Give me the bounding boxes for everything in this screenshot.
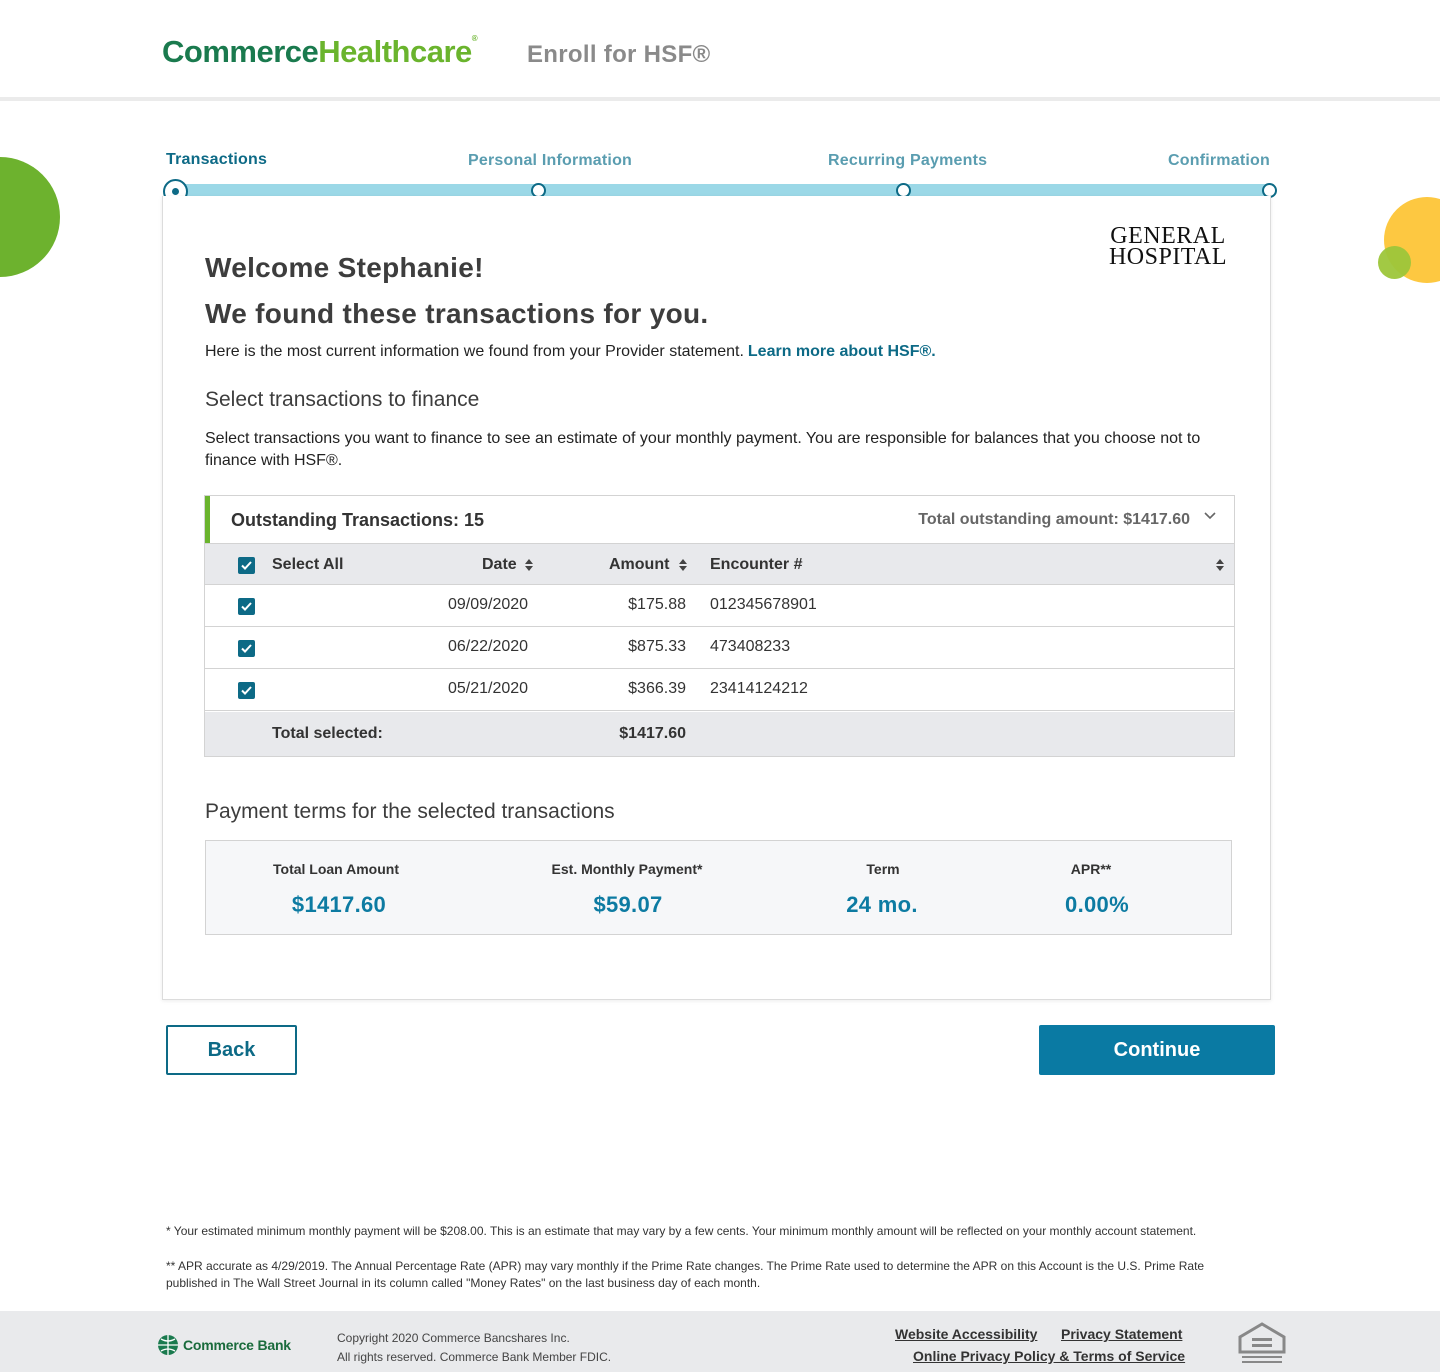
amount-column-header[interactable]: Amount [609, 556, 669, 574]
row-date: 05/21/2020 [448, 680, 529, 697]
commerce-bank-logo[interactable]: Commerce Bank [157, 1334, 291, 1356]
table-row[interactable]: 06/22/2020 $875.33 473408233 [205, 627, 1234, 669]
online-privacy-policy-link[interactable]: Online Privacy Policy & Terms of Service [913, 1348, 1185, 1364]
total-selected-value: $1417.60 [619, 725, 686, 742]
select-all-label[interactable]: Select All [272, 556, 343, 574]
continue-button[interactable]: Continue [1039, 1025, 1275, 1075]
copyright-text: Copyright 2020 Commerce Bancshares Inc. … [337, 1331, 612, 1364]
sort-icon[interactable] [525, 559, 533, 571]
row-encounter: 473408233 [710, 638, 791, 655]
row-amount: $875.33 [628, 638, 686, 655]
step-personal-information: Personal Information [468, 152, 633, 169]
table-row[interactable]: 05/21/2020 $366.39 23414124212 [205, 669, 1234, 711]
learn-more-link[interactable]: Learn more about HSF®. [748, 343, 936, 360]
chevron-down-icon[interactable] [1204, 509, 1216, 521]
row-checkbox[interactable] [238, 682, 255, 699]
select-transactions-description: Select transactions you want to finance … [205, 430, 1201, 469]
row-date: 09/09/2020 [448, 596, 529, 613]
total-selected-row: Total selected: $1417.60 [205, 712, 1234, 756]
globe-icon [158, 1335, 178, 1355]
site-header: CommerceHealthcare® Enroll for HSF® [0, 0, 1440, 101]
term-label: Term [866, 861, 900, 877]
intro-text: Here is the most current information we … [205, 343, 936, 360]
select-transactions-title: Select transactions to finance [205, 388, 480, 411]
monthly-payment-value: $59.07 [593, 892, 663, 917]
equal-housing-lender-icon [1238, 1322, 1286, 1363]
commerce-healthcare-logo[interactable]: CommerceHealthcare® [162, 34, 478, 70]
total-outstanding-amount: Total outstanding amount: $1417.60 [918, 511, 1190, 528]
total-selected-label: Total selected: [272, 725, 383, 742]
term-value: 24 mo. [846, 892, 918, 917]
checkmark-icon [241, 602, 252, 611]
apr-label: APR** [1070, 861, 1112, 877]
back-button[interactable]: Back [166, 1025, 297, 1075]
row-encounter: 23414124212 [710, 680, 808, 697]
table-row[interactable]: 09/09/2020 $175.88 012345678901 [205, 585, 1234, 627]
row-date: 06/22/2020 [448, 638, 529, 655]
row-encounter: 012345678901 [710, 596, 817, 613]
total-loan-amount-value: $1417.60 [291, 892, 387, 917]
transactions-panel-header[interactable]: Outstanding Transactions: 15 Total outst… [205, 496, 1234, 543]
select-all-checkbox[interactable] [238, 557, 255, 574]
date-column-header[interactable]: Date [482, 556, 517, 574]
page-title: Enroll for HSF® [527, 41, 711, 68]
decorative-lime-circle [1378, 246, 1411, 279]
payment-terms-panel: Total Loan Amount $1417.60 Est. Monthly … [205, 840, 1232, 935]
transactions-panel: Outstanding Transactions: 15 Total outst… [204, 495, 1235, 757]
sort-icon[interactable] [1216, 559, 1224, 571]
row-checkbox[interactable] [238, 640, 255, 657]
found-transactions-heading: We found these transactions for you. [205, 298, 709, 329]
step-recurring-payments: Recurring Payments [828, 152, 988, 169]
welcome-heading: Welcome Stephanie! [205, 252, 484, 283]
footnote-monthly-payment: * Your estimated minimum monthly payment… [166, 1224, 1197, 1238]
row-amount: $175.88 [628, 596, 686, 613]
checkmark-icon [241, 686, 252, 695]
sort-icon[interactable] [679, 559, 687, 571]
decorative-green-circle [0, 157, 60, 277]
encounter-column-header[interactable]: Encounter # [710, 556, 802, 574]
website-accessibility-link[interactable]: Website Accessibility [895, 1326, 1037, 1342]
table-header: Select All Date Amount Encounter # [205, 543, 1234, 585]
monthly-payment-label: Est. Monthly Payment* [551, 861, 703, 877]
payment-terms-title: Payment terms for the selected transacti… [205, 800, 615, 823]
footnote-apr: ** APR accurate as 4/29/2019. The Annual… [166, 1259, 1205, 1290]
row-amount: $366.39 [628, 680, 686, 697]
total-loan-amount-label: Total Loan Amount [273, 861, 399, 877]
step-transactions: Transactions [166, 151, 268, 168]
checkmark-icon [241, 644, 252, 653]
apr-value: 0.00% [1065, 892, 1129, 917]
checkmark-icon [241, 561, 252, 570]
privacy-statement-link[interactable]: Privacy Statement [1061, 1326, 1182, 1342]
outstanding-transactions-count: Outstanding Transactions: 15 [231, 510, 485, 530]
general-hospital-logo: GENERAL HOSPITAL [1108, 223, 1228, 270]
row-checkbox[interactable] [238, 598, 255, 615]
step-confirmation: Confirmation [1168, 152, 1270, 169]
